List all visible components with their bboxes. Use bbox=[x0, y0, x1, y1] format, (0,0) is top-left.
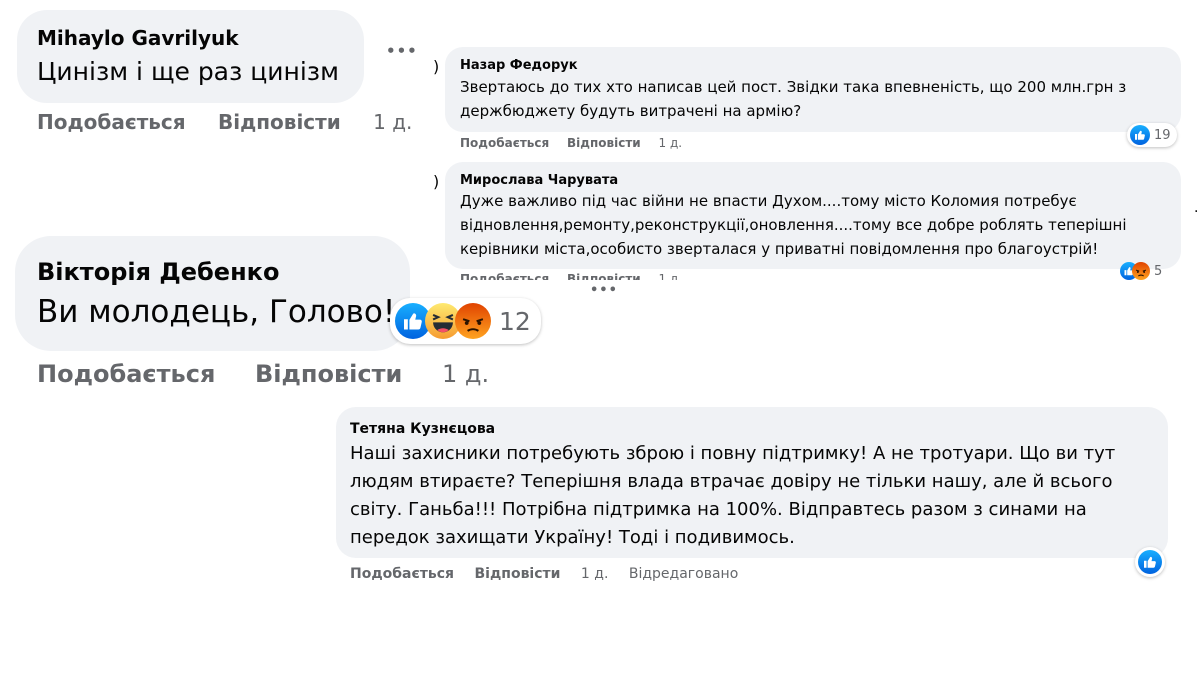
like-icon bbox=[1138, 550, 1162, 574]
comment-actions: Подобається Відповісти 1 д. Відредагован… bbox=[350, 566, 738, 582]
comment-bubble: Mihaylo Gavrilyuk Цинізм і ще раз цинізм bbox=[17, 10, 364, 103]
comment-time[interactable]: 1 д. bbox=[373, 110, 412, 134]
comment-text-line: відновлення,ремонту,реконструкції,оновле… bbox=[460, 216, 1127, 234]
comment-actions: Подобається Відповісти 1 д. bbox=[460, 136, 682, 150]
comment-text-line: світу. Ганьба!!! Потрібна підтримка на 1… bbox=[350, 499, 1087, 520]
comment-text-line: передок захищати Україну! Тоді і подивим… bbox=[350, 527, 795, 548]
reaction-summary[interactable]: 12 bbox=[390, 298, 541, 344]
comment-text-line: людям втираєте? Теперішня влада втрачає … bbox=[350, 471, 1113, 492]
reply-button[interactable]: Відповісти bbox=[475, 566, 561, 582]
reaction-summary[interactable]: 5 bbox=[1120, 262, 1162, 280]
comment-text-line: Наші захисники потребують зброю і повну … bbox=[350, 443, 1116, 464]
comment-text: Ви молодець, Голово! bbox=[37, 294, 396, 330]
comment-bubble: Вікторія Дебенко Ви молодець, Голово! bbox=[15, 236, 410, 351]
like-icon bbox=[1130, 125, 1150, 145]
more-options-button[interactable]: ••• bbox=[386, 42, 418, 60]
comment-actions: Подобається Відповісти 1 д. bbox=[460, 272, 720, 280]
cropped-edge: ) bbox=[433, 172, 440, 191]
comment-text: Цинізм і ще раз цинізм bbox=[37, 57, 339, 86]
like-button[interactable]: Подобається bbox=[460, 136, 549, 150]
reaction-count: 19 bbox=[1154, 127, 1171, 143]
comment-time[interactable]: 1 д. bbox=[659, 272, 683, 280]
reaction-count: 5 bbox=[1154, 263, 1163, 279]
cropped-edge: . bbox=[1194, 200, 1199, 216]
like-button[interactable]: Подобається bbox=[350, 566, 454, 582]
reply-button[interactable]: Відповісти bbox=[567, 136, 641, 150]
comment-author[interactable]: Мирослава Чарувата bbox=[460, 173, 618, 188]
comment-bubble: Тетяна Кузнєцова Наші захисники потребую… bbox=[336, 407, 1168, 558]
comment-text-line: Звертаюсь до тих хто написав цей пост. З… bbox=[460, 78, 1127, 96]
comment-text-line: керівники міста,особисто зверталася у пр… bbox=[460, 240, 1099, 258]
like-button[interactable]: Подобається bbox=[37, 360, 215, 388]
comment-text-line: держбюджету будуть витрачені на армію? bbox=[460, 102, 802, 120]
comment-actions: Подобається Відповісти 1 д. bbox=[37, 110, 412, 134]
comment-actions: Подобається Відповісти 1 д. bbox=[37, 360, 489, 388]
comment-time[interactable]: 1 д. bbox=[442, 360, 489, 388]
reply-button[interactable]: Відповісти bbox=[255, 360, 402, 388]
angry-icon bbox=[1132, 262, 1150, 280]
comment-author[interactable]: Mihaylo Gavrilyuk bbox=[37, 26, 239, 50]
like-button[interactable]: Подобається bbox=[460, 272, 549, 280]
comment-bubble: Мирослава Чарувата Дуже важливо під час … bbox=[445, 162, 1181, 269]
comment-bubble: Назар Федорук Звертаюсь до тих хто напис… bbox=[445, 47, 1181, 132]
reaction-summary[interactable] bbox=[1135, 547, 1165, 577]
reaction-summary[interactable]: 19 bbox=[1127, 123, 1177, 147]
comment-author[interactable]: Тетяна Кузнєцова bbox=[350, 421, 495, 437]
reaction-count: 12 bbox=[499, 306, 531, 336]
comment-text-line: Дуже важливо під час війни не впасти Дух… bbox=[460, 192, 1077, 210]
comment-author[interactable]: Назар Федорук bbox=[460, 58, 578, 73]
reply-button[interactable]: Відповісти bbox=[218, 110, 341, 134]
comment-time[interactable]: 1 д. bbox=[659, 136, 683, 150]
reply-button[interactable]: Відповісти bbox=[567, 272, 641, 280]
cropped-edge: ) bbox=[433, 57, 440, 76]
more-options-button[interactable]: ••• bbox=[590, 283, 618, 298]
angry-icon bbox=[455, 303, 491, 339]
edited-label: Відредаговано bbox=[628, 566, 739, 582]
like-button[interactable]: Подобається bbox=[37, 110, 186, 134]
comment-author[interactable]: Вікторія Дебенко bbox=[37, 258, 279, 286]
comment-time[interactable]: 1 д. bbox=[581, 566, 609, 582]
